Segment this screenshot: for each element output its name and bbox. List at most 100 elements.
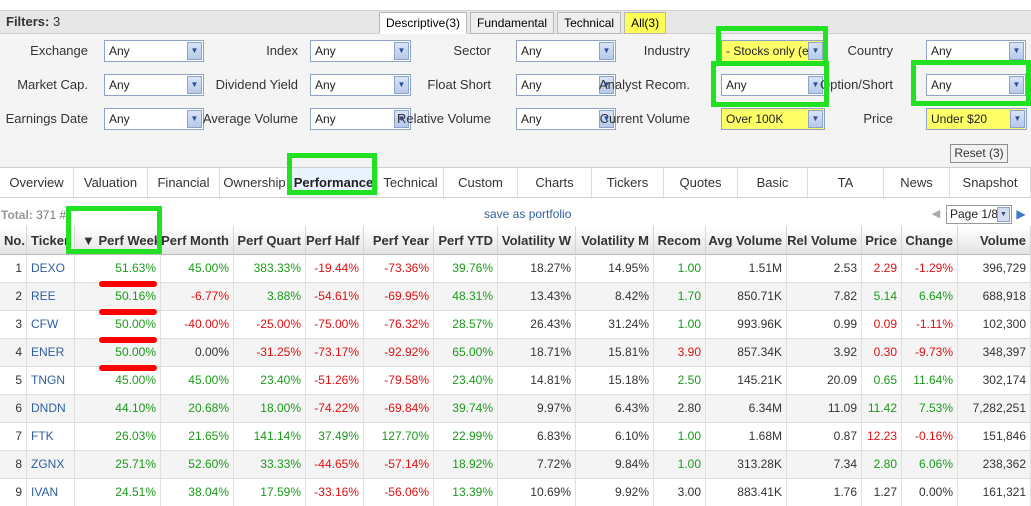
annotation-underline	[99, 309, 157, 315]
table-row[interactable]: 4 ENER 50.00% 0.00% -31.25% -73.17% -92.92% 65.…	[0, 339, 1031, 367]
column-header-volatility-m[interactable]: Volatility M	[576, 226, 654, 255]
tab-ownership[interactable]: Ownership	[220, 168, 290, 197]
reset-button[interactable]: Reset (3)	[950, 144, 1008, 163]
column-header-recom[interactable]: Recom	[654, 226, 706, 255]
table-row[interactable]: 1 DEXO 51.63% 45.00% 383.33% -19.44% -73.36% 39…	[0, 255, 1031, 283]
tab-charts[interactable]: Charts	[518, 168, 592, 197]
tab-basic[interactable]: Basic	[738, 168, 808, 197]
column-header-label: No.	[4, 233, 25, 248]
cell-ticker[interactable]: IVAN	[27, 479, 75, 506]
filter-select-price[interactable]: Under $20 ▼	[926, 108, 1027, 130]
cell-avg-volume: 993.96K	[706, 311, 787, 338]
cell-perf-month: 52.60%	[161, 451, 234, 478]
filter-label-dividend-yield: Dividend Yield	[215, 77, 298, 92]
column-header-rel-volume[interactable]: Rel Volume	[787, 226, 862, 255]
filter-select-country[interactable]: Any ▼	[926, 40, 1026, 62]
cell-ticker[interactable]: ZGNX	[27, 451, 75, 478]
filter-select-option-short[interactable]: Any ▼	[926, 74, 1026, 96]
table-row[interactable]: 7 FTK 26.03% 21.65% 141.14% 37.49% 127.70% 22.9…	[0, 423, 1031, 451]
tab-overview[interactable]: Overview	[0, 168, 74, 197]
column-header-perf-half[interactable]: Perf Half	[306, 226, 364, 255]
tab-valuation[interactable]: Valuation	[74, 168, 148, 197]
cell-ticker[interactable]: REE	[27, 283, 75, 310]
cell-perf-month: -6.77%	[161, 283, 234, 310]
cell-perf-week: 24.51%	[75, 479, 161, 506]
column-header-price[interactable]: Price	[862, 226, 902, 255]
cell-perf-week: 25.71%	[75, 451, 161, 478]
tab-financial[interactable]: Financial	[148, 168, 220, 197]
total-count: Total: 371 #	[1, 208, 67, 222]
filter-select-average-volume[interactable]: Any ▼	[310, 108, 411, 130]
cell-perf-year: -57.14%	[364, 451, 434, 478]
filter-select-sector[interactable]: Any ▼	[516, 40, 616, 62]
cell-ticker[interactable]: DNDN	[27, 395, 75, 422]
cell-ticker[interactable]: FTK	[27, 423, 75, 450]
cell-avg-volume: 850.71K	[706, 283, 787, 310]
filter-select-industry[interactable]: - Stocks only (e ▼	[721, 40, 825, 62]
save-portfolio-link[interactable]: save as portfolio	[484, 207, 571, 221]
table-row[interactable]: 9 IVAN 24.51% 38.04% 17.59% -33.16% -56.06% 13.…	[0, 479, 1031, 506]
filter-tab-all[interactable]: All(3)	[624, 12, 667, 34]
filter-tabs: Descriptive(3) Fundamental Technical All…	[379, 12, 669, 34]
prev-page-icon[interactable]: ◀	[929, 206, 943, 222]
cell-change: 0.00%	[902, 479, 958, 506]
cell-price: 0.65	[862, 367, 902, 394]
page-select[interactable]: Page 1/8 ▼	[946, 205, 1012, 224]
column-header-label: Perf Year	[372, 233, 429, 248]
cell-ticker[interactable]: TNGN	[27, 367, 75, 394]
cell-volatility-m: 6.10%	[576, 423, 654, 450]
tab-performance[interactable]: Performance	[290, 168, 378, 197]
filter-select-earnings-date[interactable]: Any ▼	[104, 108, 204, 130]
cell-volume: 396,729	[958, 255, 1031, 282]
cell-perf-month: 21.65%	[161, 423, 234, 450]
column-header-volume[interactable]: Volume	[958, 226, 1031, 255]
tab-custom[interactable]: Custom	[444, 168, 518, 197]
filter-select-analyst-recom[interactable]: Any ▼	[721, 74, 825, 96]
cell-avg-volume: 1.51M	[706, 255, 787, 282]
table-row[interactable]: 2 REE 50.16% -6.77% 3.88% -54.61% -69.95% 48.31…	[0, 283, 1031, 311]
cell-no: 5	[0, 367, 27, 394]
cell-price: 11.42	[862, 395, 902, 422]
next-page-icon[interactable]: ▶	[1014, 206, 1028, 222]
cell-volatility-w: 7.72%	[498, 451, 576, 478]
tab-snapshot[interactable]: Snapshot	[950, 168, 1031, 197]
cell-perf-quart: 17.59%	[234, 479, 306, 506]
column-header-ticker[interactable]: Ticker	[27, 226, 75, 255]
filter-select-dividend-yield[interactable]: Any ▼	[310, 74, 411, 96]
table-row[interactable]: 5 TNGN 45.00% 45.00% 23.40% -51.26% -79.58% 23.…	[0, 367, 1031, 395]
filter-select-market-cap[interactable]: Any ▼	[104, 74, 204, 96]
filter-select-index[interactable]: Any ▼	[310, 40, 411, 62]
filter-tab-descriptive[interactable]: Descriptive(3)	[379, 12, 468, 34]
column-header-perf-week[interactable]: ▼ Perf Week	[75, 226, 161, 255]
column-header-perf-ytd[interactable]: Perf YTD	[434, 226, 498, 255]
filter-tab-fundamental[interactable]: Fundamental	[470, 12, 555, 34]
column-header-volatility-w[interactable]: Volatility W	[498, 226, 576, 255]
tab-technical[interactable]: Technical	[378, 168, 444, 197]
column-header-no[interactable]: No.	[0, 226, 27, 255]
column-header-perf-month[interactable]: Perf Month	[161, 226, 234, 255]
filter-select-value: Any	[315, 44, 336, 58]
tab-news[interactable]: News	[884, 168, 950, 197]
filter-select-exchange[interactable]: Any ▼	[104, 40, 204, 62]
tab-tickers[interactable]: Tickers	[592, 168, 664, 197]
column-header-perf-quart[interactable]: Perf Quart	[234, 226, 306, 255]
tab-quotes[interactable]: Quotes	[664, 168, 738, 197]
column-header-change[interactable]: Change	[902, 226, 958, 255]
cell-perf-ytd: 23.40%	[434, 367, 498, 394]
tab-ta[interactable]: TA	[808, 168, 884, 197]
filter-select-current-volume[interactable]: Over 100K ▼	[721, 108, 825, 130]
table-row[interactable]: 6 DNDN 44.10% 20.68% 18.00% -74.22% -69.84% 39.…	[0, 395, 1031, 423]
cell-recom: 1.70	[654, 283, 706, 310]
cell-price: 2.80	[862, 451, 902, 478]
cell-perf-half: -51.26%	[306, 367, 364, 394]
cell-perf-half: -33.16%	[306, 479, 364, 506]
table-row[interactable]: 8 ZGNX 25.71% 52.60% 33.33% -44.65% -57.14% 18.…	[0, 451, 1031, 479]
filter-tab-technical[interactable]: Technical	[557, 12, 622, 34]
cell-ticker[interactable]: DEXO	[27, 255, 75, 282]
table-row[interactable]: 3 CFW 50.00% -40.00% -25.00% -75.00% -76.32% 28…	[0, 311, 1031, 339]
cell-ticker[interactable]: CFW	[27, 311, 75, 338]
column-header-perf-year[interactable]: Perf Year	[364, 226, 434, 255]
cell-volatility-w: 18.27%	[498, 255, 576, 282]
cell-ticker[interactable]: ENER	[27, 339, 75, 366]
column-header-avg-volume[interactable]: Avg Volume	[706, 226, 787, 255]
